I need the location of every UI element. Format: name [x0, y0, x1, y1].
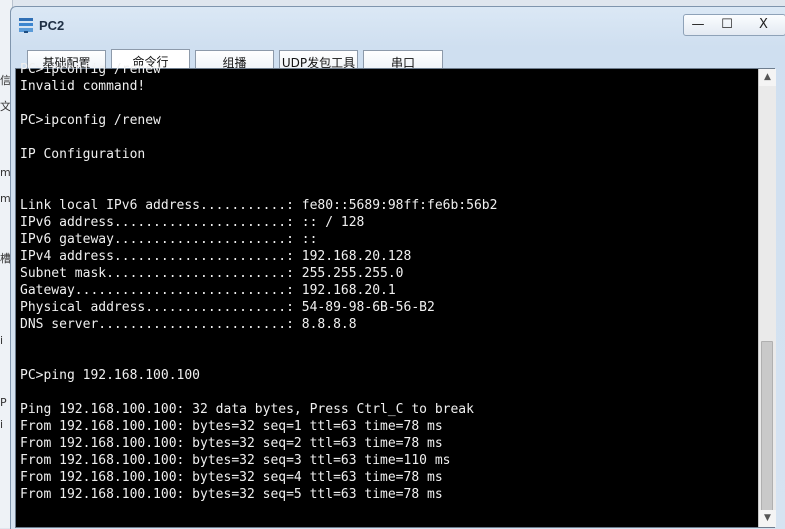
minimize-button[interactable]: —	[683, 14, 713, 36]
chevron-down-icon: ▼	[764, 513, 771, 523]
terminal-line: From 192.168.100.100: bytes=32 seq=2 ttl…	[20, 436, 443, 451]
close-button[interactable]: X	[742, 14, 785, 36]
maximize-icon: ☐	[721, 17, 733, 32]
terminal-line: Link local IPv6 address...........: fe80…	[20, 198, 498, 213]
terminal-line: IPv6 address......................: :: /…	[20, 215, 365, 230]
terminal-output[interactable]: PC>ipconfig /renew Invalid command! PC>ipc…	[20, 61, 755, 521]
terminal-line: From 192.168.100.100: bytes=32 seq=1 ttl…	[20, 419, 443, 434]
scroll-up-button[interactable]: ▲	[759, 69, 776, 86]
title-bar[interactable]: PC2 — ☐ X	[11, 7, 785, 41]
terminal-line: PC>ping 192.168.100.100	[20, 368, 201, 383]
terminal-line: From 192.168.100.100: bytes=32 seq=4 ttl…	[20, 470, 443, 485]
minimize-icon: —	[691, 17, 705, 32]
terminal-line: Physical address..................: 54-8…	[20, 300, 435, 315]
terminal-line: IPv6 gateway......................: ::	[20, 232, 318, 247]
scroll-thumb[interactable]	[761, 341, 773, 517]
terminal-line: From 192.168.100.100: bytes=32 seq=5 ttl…	[20, 487, 443, 502]
chevron-up-icon: ▲	[764, 72, 771, 82]
terminal-line: DNS server........................: 8.8.…	[20, 317, 357, 332]
terminal-line: PC>ipconfig /renew	[20, 113, 161, 128]
terminal-line: From 192.168.100.100: bytes=32 seq=3 ttl…	[20, 453, 451, 468]
terminal-line: PC>ipconfig /renew	[20, 62, 161, 77]
terminal-line: IPv4 address......................: 192.…	[20, 249, 412, 264]
window-title: PC2	[39, 18, 65, 33]
scroll-down-button[interactable]: ▼	[759, 510, 776, 527]
terminal-line: IP Configuration	[20, 147, 146, 162]
maximize-button[interactable]: ☐	[712, 14, 743, 36]
command-line-panel: PC>ipconfig /renew Invalid command! PC>ipc…	[15, 62, 776, 528]
terminal-line: Ping 192.168.100.100: 32 data bytes, Pre…	[20, 402, 474, 417]
vertical-scrollbar[interactable]: ▲ ▼	[758, 69, 776, 527]
pc-app-icon	[19, 18, 33, 33]
terminal-line: Subnet mask.......................: 255.…	[20, 266, 404, 281]
terminal-line: Gateway...........................: 192.…	[20, 283, 396, 298]
close-icon: X	[759, 17, 768, 32]
terminal-line: Invalid command!	[20, 79, 146, 94]
